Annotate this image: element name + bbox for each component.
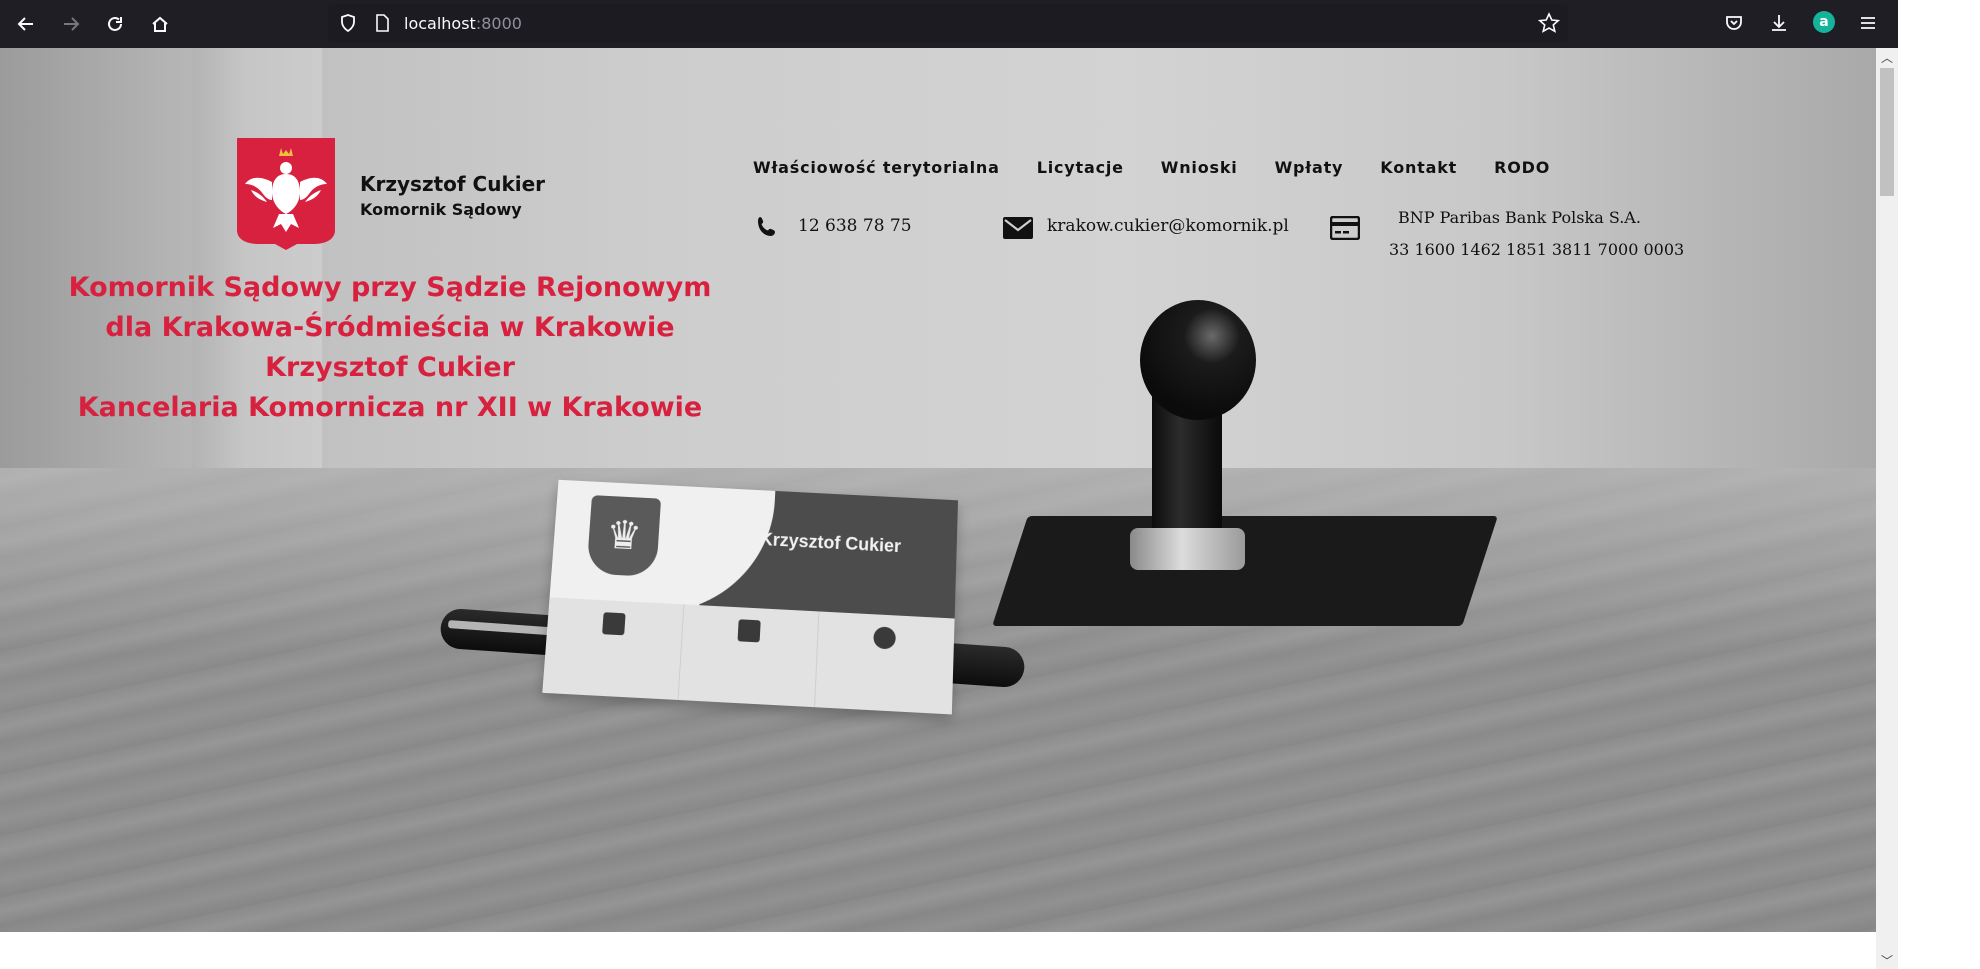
main-navigation: Właściowość terytorialna Licytacje Wnios… <box>753 158 1587 177</box>
nav-item-wlasciwosc[interactable]: Właściowość terytorialna <box>753 158 1000 177</box>
page-below-fold <box>0 932 1876 969</box>
url-port: :8000 <box>475 14 522 33</box>
pocket-button[interactable] <box>1722 11 1746 35</box>
url-host: localhost <box>404 14 476 33</box>
page-scrollbar[interactable]: ︿ ﹀ <box>1876 48 1898 969</box>
reload-icon <box>108 16 122 31</box>
globe-icon <box>873 626 897 650</box>
card-col <box>815 611 955 714</box>
credit-card-icon <box>1330 216 1360 240</box>
bookmark-star-icon[interactable] <box>1538 12 1560 34</box>
home-icon <box>602 612 626 636</box>
address-bar[interactable]: localhost:8000 <box>328 4 1568 42</box>
downloads-button[interactable] <box>1767 11 1791 35</box>
nav-item-wnioski[interactable]: Wnioski <box>1161 158 1238 177</box>
url-text[interactable]: localhost:8000 <box>404 14 522 33</box>
phone-number[interactable]: 12 638 78 75 <box>798 216 912 236</box>
bank-name: BNP Paribas Bank Polska S.A. <box>1398 208 1641 227</box>
bank-account[interactable]: 33 1600 1462 1851 3811 7000 0003 <box>1389 240 1684 259</box>
phone-icon <box>737 619 761 643</box>
download-icon <box>1772 15 1786 31</box>
envelope-icon <box>1003 217 1033 239</box>
polish-eagle-logo[interactable] <box>237 138 335 250</box>
brand-subtitle: Komornik Sądowy <box>360 200 522 219</box>
hamburger-icon <box>1861 17 1875 29</box>
eagle-emblem-icon: ♛ <box>586 495 662 578</box>
page-headline: Komornik Sądowy przy Sądzie Rejonowym dl… <box>40 268 740 428</box>
stamp-ring <box>1130 528 1245 570</box>
back-button[interactable] <box>11 9 41 39</box>
scroll-up-arrow-icon[interactable]: ︿ <box>1876 48 1898 66</box>
headline-line: Komornik Sądowy przy Sądzie Rejonowym <box>68 272 712 303</box>
forward-button[interactable] <box>56 9 86 39</box>
stamp-base <box>992 516 1498 626</box>
arrow-left-icon <box>17 17 33 31</box>
scroll-thumb[interactable] <box>1880 68 1894 196</box>
arrow-right-icon <box>64 17 80 31</box>
stamp-knob <box>1140 300 1256 420</box>
nav-item-kontakt[interactable]: Kontakt <box>1380 158 1457 177</box>
menu-button[interactable] <box>1856 11 1880 35</box>
nav-item-licytacje[interactable]: Licytacje <box>1037 158 1124 177</box>
phone-icon <box>758 217 775 236</box>
nav-item-rodo[interactable]: RODO <box>1494 158 1550 177</box>
headline-line: Kancelaria Komornicza nr XII w Krakowie <box>77 392 703 423</box>
headline-line: Krzysztof Cukier <box>265 352 515 383</box>
account-avatar[interactable]: a <box>1813 11 1835 33</box>
page-icon[interactable] <box>372 13 392 33</box>
pocket-icon <box>1726 16 1742 30</box>
browser-toolbar: localhost:8000 a <box>0 0 1898 48</box>
reload-button[interactable] <box>100 9 130 39</box>
headline-line: dla Krakowa-Śródmieścia w Krakowie <box>105 312 675 343</box>
nav-item-wplaty[interactable]: Wpłaty <box>1275 158 1344 177</box>
business-card-image: ♛ Krzysztof Cukier <box>542 479 959 715</box>
home-icon <box>152 16 168 32</box>
email-address[interactable]: krakow.cukier@komornik.pl <box>1047 216 1289 236</box>
shield-icon[interactable] <box>338 13 358 33</box>
brand-name[interactable]: Krzysztof Cukier <box>360 172 545 196</box>
scroll-down-arrow-icon[interactable]: ﹀ <box>1876 951 1898 969</box>
hero-section: ♛ Krzysztof Cukier Krzysztof Cukier Komo… <box>0 48 1876 932</box>
home-button[interactable] <box>145 9 175 39</box>
card-col <box>542 597 685 701</box>
card-col <box>678 604 820 708</box>
